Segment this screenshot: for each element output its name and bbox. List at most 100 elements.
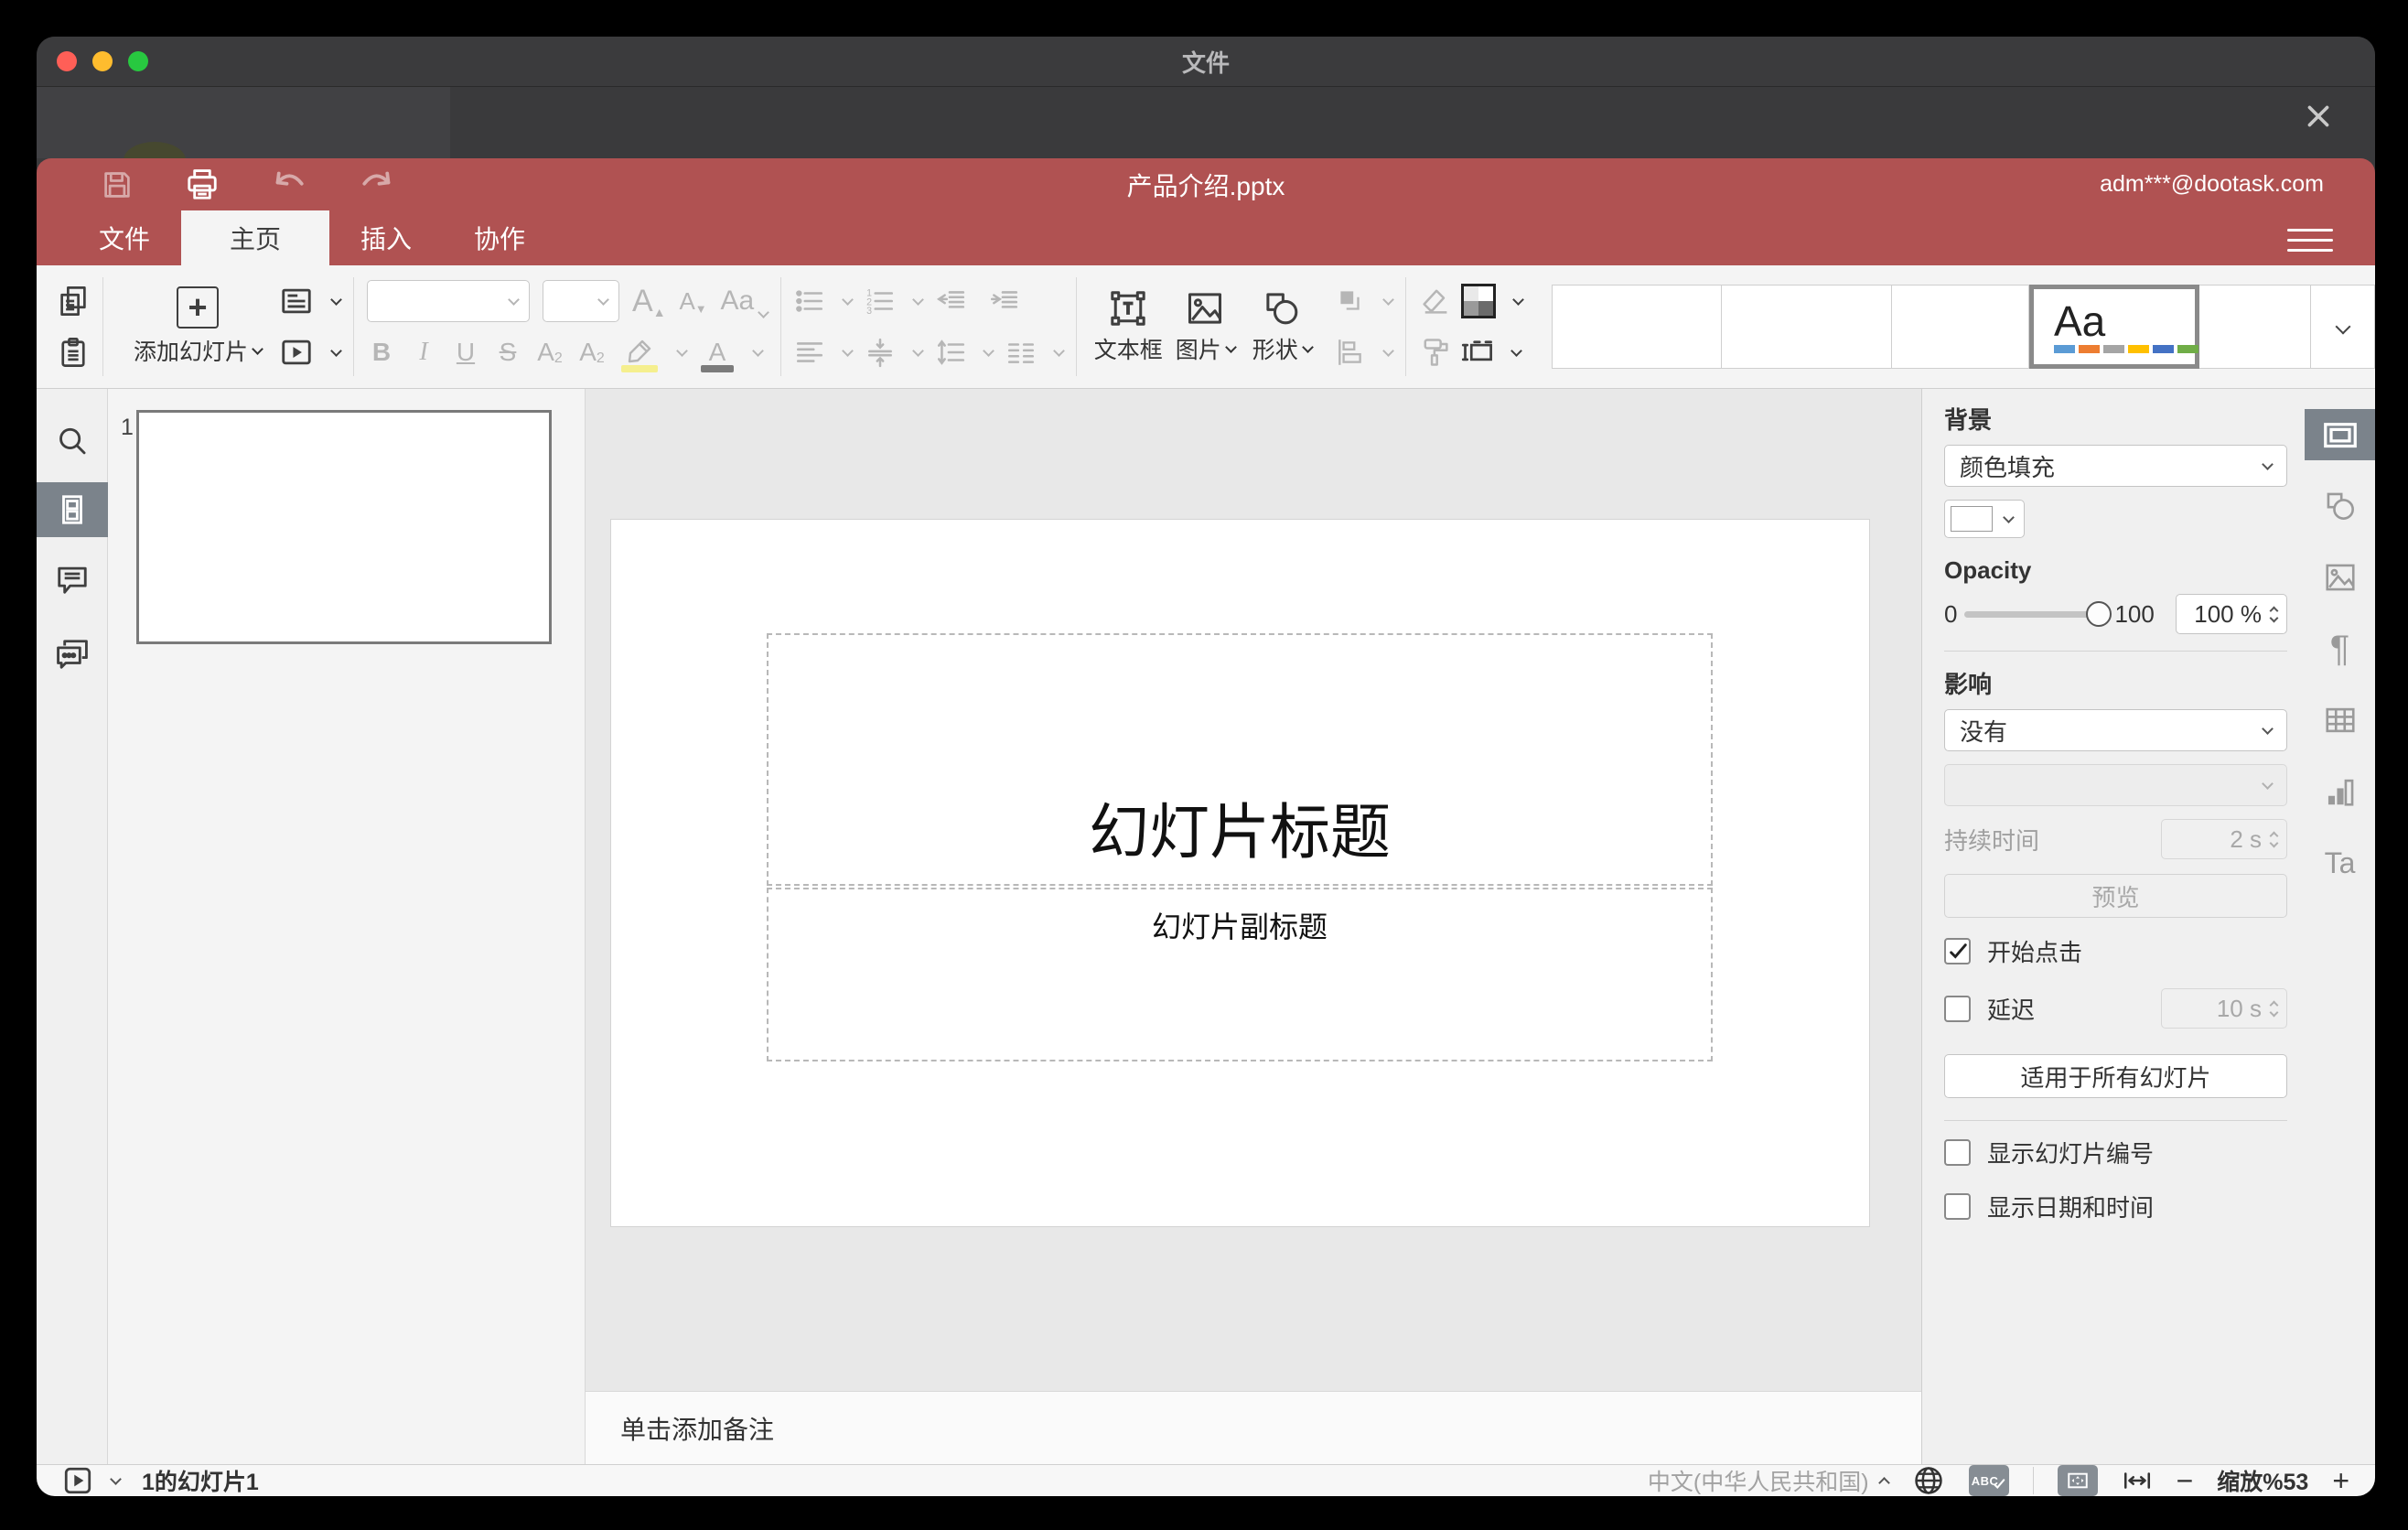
checkbox-unchecked[interactable] xyxy=(1944,1193,1971,1220)
color-scheme-button[interactable] xyxy=(1461,284,1497,318)
font-size-select[interactable] xyxy=(543,280,619,322)
decrease-font-button[interactable]: A ▼ xyxy=(679,287,708,316)
shape-settings-button[interactable] xyxy=(2305,480,2375,532)
effect-select[interactable]: 没有 xyxy=(1944,709,2287,751)
columns-button[interactable] xyxy=(1005,337,1037,368)
insert-image-button[interactable]: 图片 xyxy=(1166,288,1243,365)
theme-thumbnail-selected[interactable]: Aa xyxy=(2029,285,2199,369)
subtitle-placeholder[interactable]: 幻灯片副标题 xyxy=(767,888,1713,1061)
image-settings-button[interactable] xyxy=(2305,552,2375,603)
slider-handle[interactable] xyxy=(2086,600,2112,627)
zoom-out-button[interactable]: − xyxy=(2177,1466,2194,1495)
increase-font-button[interactable]: A ▲ xyxy=(632,284,666,319)
font-name-select[interactable] xyxy=(367,280,530,322)
tab-insert[interactable]: 插入 xyxy=(329,210,443,265)
notes-area[interactable]: 单击添加备注 xyxy=(586,1391,1921,1464)
strikethrough-button[interactable]: S xyxy=(493,338,522,367)
font-color-swatch xyxy=(701,365,734,372)
align-shapes-button[interactable] xyxy=(1335,337,1366,368)
print-button[interactable] xyxy=(185,167,220,202)
sidebar-search-button[interactable] xyxy=(37,415,108,469)
account-email[interactable]: adm***@dootask.com xyxy=(2100,158,2324,210)
arrange-group xyxy=(1335,280,1395,373)
chevron-down-icon xyxy=(676,344,688,357)
paragraph-settings-button[interactable]: ¶ xyxy=(2305,623,2375,674)
theme-thumbnail[interactable] xyxy=(1892,285,2029,369)
zoom-in-button[interactable]: + xyxy=(2332,1466,2349,1495)
copy-style-button[interactable] xyxy=(1419,336,1452,369)
menu-button[interactable] xyxy=(2287,223,2333,256)
add-slide-button[interactable]: + 添加幻灯片 xyxy=(116,286,279,367)
slide-thumbnail-1[interactable] xyxy=(136,410,552,644)
highlight-color-button[interactable] xyxy=(619,338,660,372)
apply-to-all-button[interactable]: 适用于所有幻灯片 xyxy=(1944,1054,2287,1098)
bullet-list-button[interactable] xyxy=(794,286,825,317)
tab-collaboration[interactable]: 协作 xyxy=(443,210,556,265)
theme-thumbnail[interactable] xyxy=(1722,285,1892,369)
erase-button[interactable] xyxy=(1419,285,1452,318)
underline-button[interactable]: U xyxy=(451,338,480,367)
step-down-icon[interactable] xyxy=(2269,613,2279,622)
paste-button[interactable] xyxy=(57,336,90,369)
slide-canvas[interactable]: 幻灯片标题 幻灯片副标题 xyxy=(586,389,1921,1391)
title-placeholder[interactable]: 幻灯片标题 xyxy=(767,633,1713,886)
font-color-button[interactable]: A xyxy=(699,338,736,372)
decrease-indent-button[interactable] xyxy=(935,286,966,317)
start-slideshow-button[interactable] xyxy=(279,335,314,370)
chevron-down-icon[interactable] xyxy=(110,1472,122,1485)
increase-indent-button[interactable] xyxy=(988,286,1019,317)
line-spacing-button[interactable] xyxy=(935,337,966,368)
italic-button[interactable]: I xyxy=(409,338,438,367)
opacity-slider[interactable] xyxy=(1964,600,2112,627)
change-case-button[interactable]: Aa xyxy=(721,286,770,318)
textart-settings-button[interactable]: Ta xyxy=(2305,837,2375,889)
slide-layout-button[interactable] xyxy=(279,284,314,318)
copy-button[interactable] xyxy=(57,285,90,318)
chart-settings-button[interactable] xyxy=(2305,766,2375,817)
slide[interactable]: 幻灯片标题 幻灯片副标题 xyxy=(611,520,1869,1226)
background-color-picker[interactable] xyxy=(1944,500,2025,538)
superscript-button[interactable]: A2 xyxy=(535,338,564,367)
undo-button[interactable] xyxy=(271,167,307,203)
vertical-align-button[interactable] xyxy=(865,337,896,368)
save-button[interactable] xyxy=(101,168,134,201)
opacity-spinner[interactable]: 100 % xyxy=(2176,594,2287,634)
fit-slide-button[interactable] xyxy=(2057,1465,2098,1496)
horizontal-align-button[interactable] xyxy=(794,337,825,368)
insert-textbox-button[interactable]: 文本框 xyxy=(1090,288,1166,365)
redo-button[interactable] xyxy=(359,167,395,203)
app-window: 文件 产品介绍.pptx adm***@dootask.com 文件 主页 插入… xyxy=(37,37,2375,1496)
show-slide-number-row[interactable]: 显示幻灯片编号 xyxy=(1944,1136,2287,1169)
sidebar-comments-button[interactable] xyxy=(37,552,108,607)
tab-home[interactable]: 主页 xyxy=(181,210,330,265)
bold-button[interactable]: B xyxy=(367,338,396,367)
ribbon-tabs: 文件 主页 插入 协作 xyxy=(37,210,2375,265)
arrange-shapes-button[interactable] xyxy=(1335,286,1366,317)
theme-gallery-expand-button[interactable] xyxy=(2311,285,2375,369)
numbered-list-button[interactable]: 123 xyxy=(865,286,896,317)
checkbox-checked[interactable] xyxy=(1944,938,1971,964)
checkbox-unchecked[interactable] xyxy=(1944,995,1971,1022)
slide-settings-button[interactable] xyxy=(2305,409,2375,460)
insert-shape-button[interactable]: 形状 xyxy=(1243,288,1320,365)
show-date-time-row[interactable]: 显示日期和时间 xyxy=(1944,1190,2287,1223)
comment-icon xyxy=(57,566,87,594)
language-selector[interactable]: 中文(中华人民共和国) xyxy=(1648,1464,1890,1496)
tab-file[interactable]: 文件 xyxy=(68,210,181,265)
sidebar-chat-button[interactable] xyxy=(37,627,108,682)
delay-row[interactable]: 延迟 xyxy=(1944,992,2035,1026)
close-editor-button[interactable] xyxy=(2295,92,2342,140)
subscript-button[interactable]: A2 xyxy=(577,338,607,367)
spellcheck-button[interactable]: ABC xyxy=(1968,1465,2009,1496)
set-language-button[interactable] xyxy=(1912,1464,1945,1496)
start-on-click-row[interactable]: 开始点击 xyxy=(1944,934,2287,968)
theme-thumbnail[interactable] xyxy=(1552,285,1722,369)
theme-thumbnail[interactable] xyxy=(2199,285,2311,369)
checkbox-unchecked[interactable] xyxy=(1944,1139,1971,1166)
sidebar-slides-button[interactable] xyxy=(37,482,108,537)
slide-size-button[interactable] xyxy=(1461,336,1494,369)
table-settings-button[interactable] xyxy=(2305,695,2375,746)
start-preview-button[interactable] xyxy=(62,1465,93,1496)
fit-width-button[interactable] xyxy=(2122,1465,2153,1496)
background-fill-select[interactable]: 颜色填充 xyxy=(1944,445,2287,487)
